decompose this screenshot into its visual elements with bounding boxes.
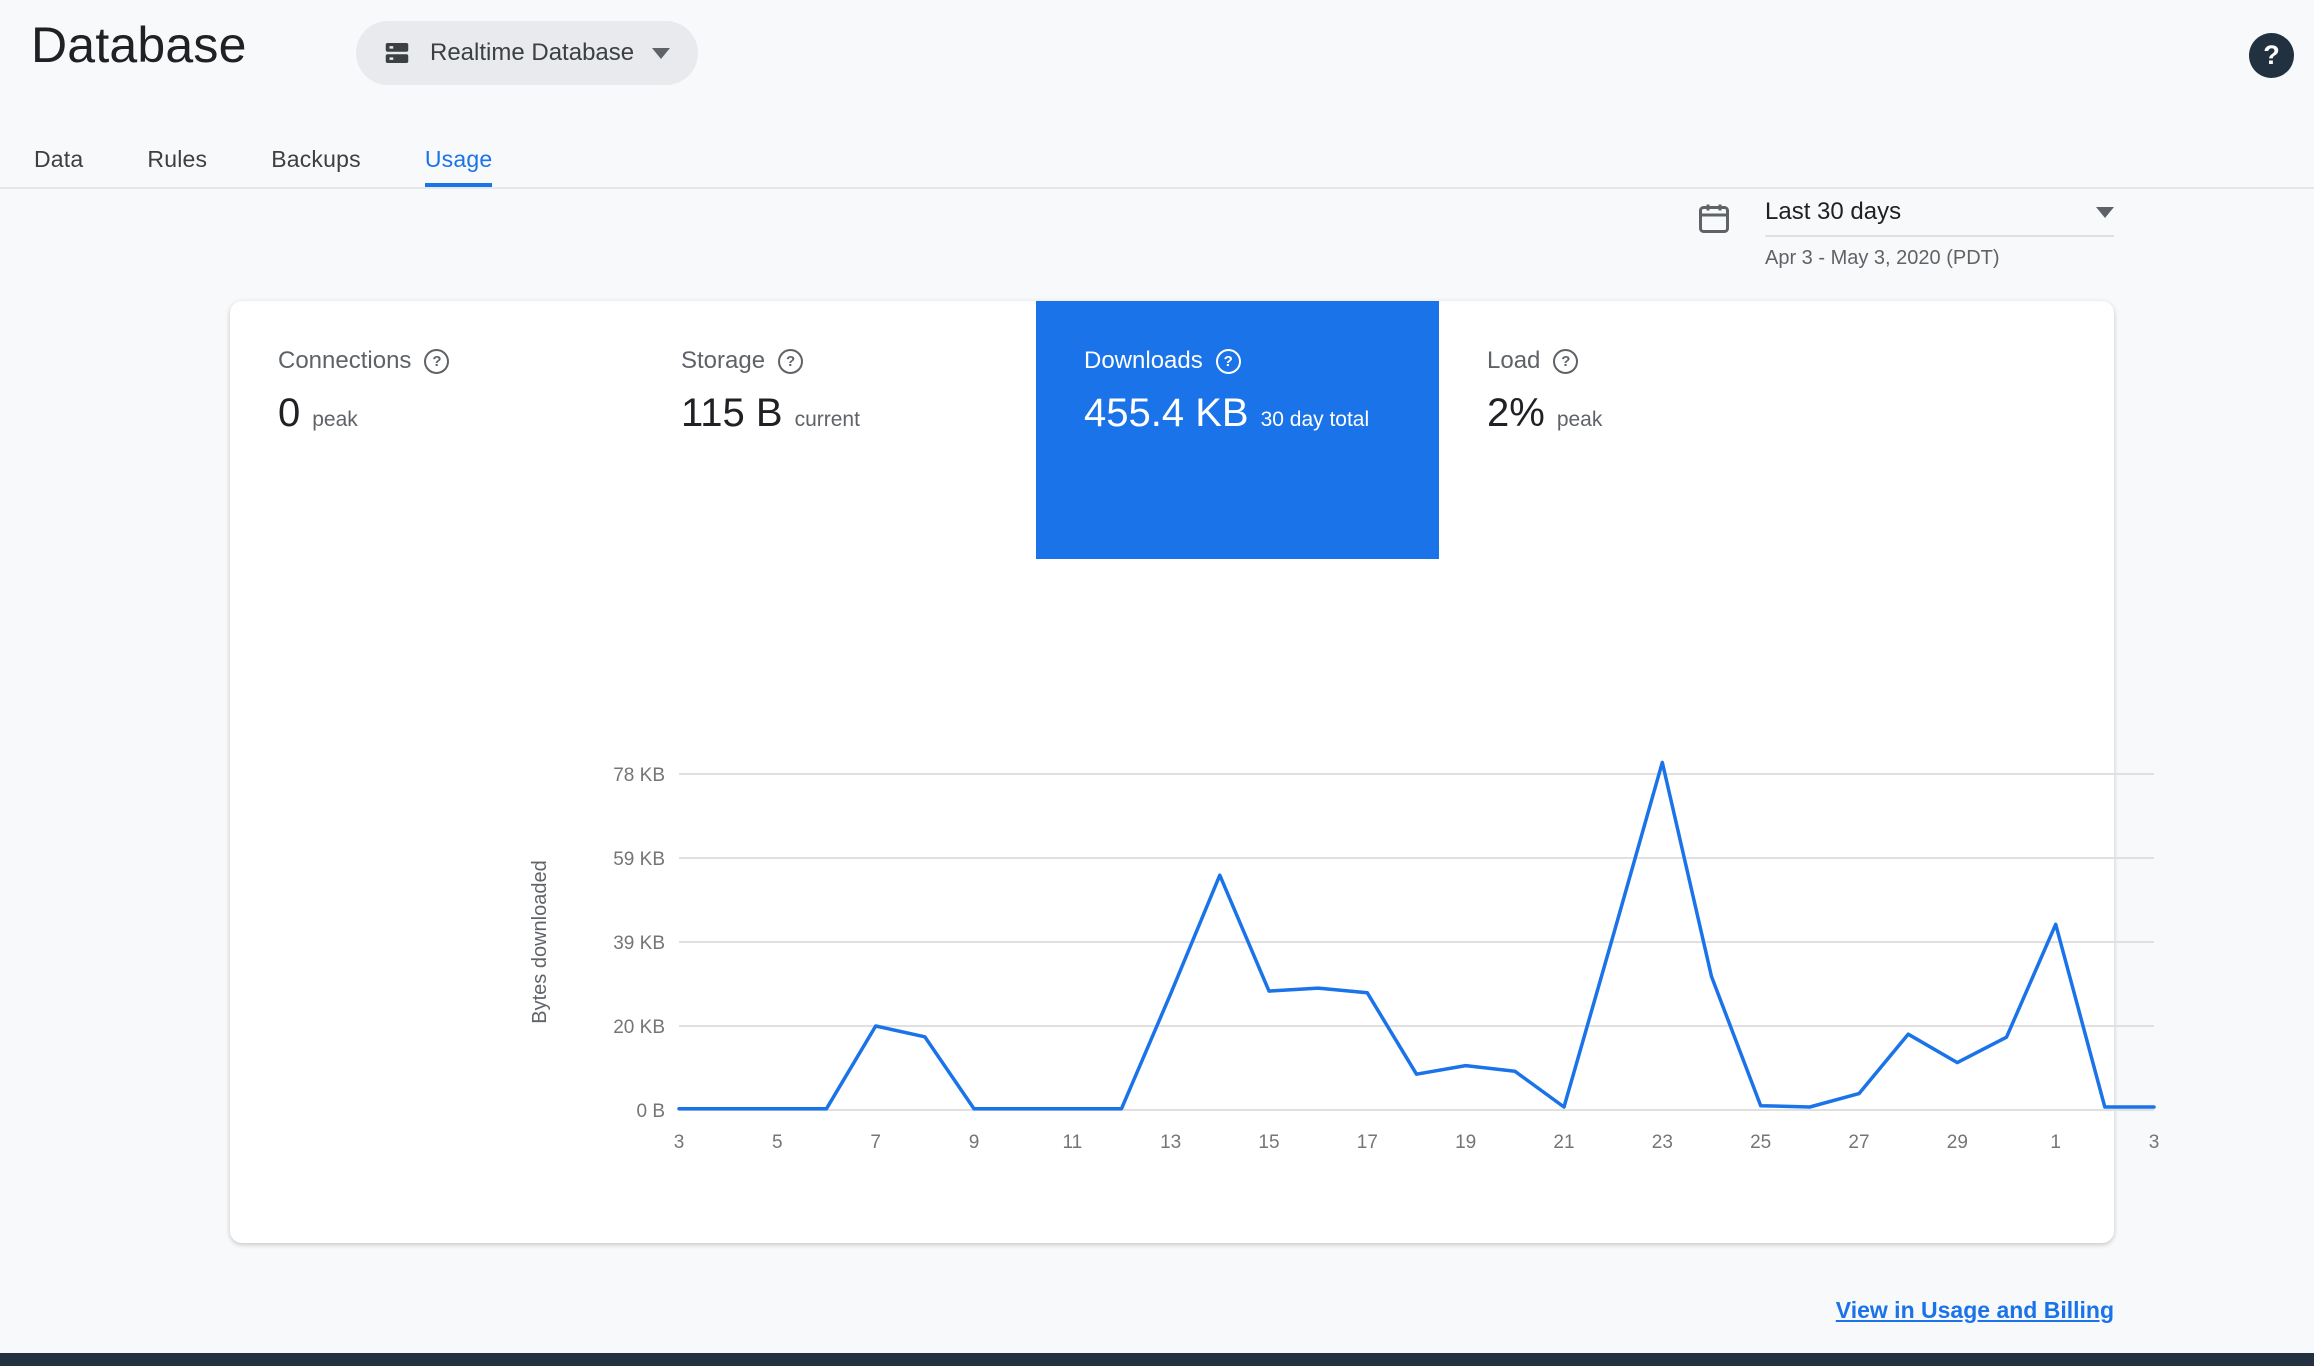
metric-tile-downloads[interactable]: Downloads ? 455.4 KB 30 day total — [1036, 301, 1439, 559]
tab-backups[interactable]: Backups — [271, 131, 361, 187]
metric-title: Connections — [278, 347, 412, 374]
downloads-line-chart: 0 B20 KB39 KB59 KB78 KB3 5 7 9 11 13 15 17 19 21 2… — [529, 760, 2160, 1153]
x-tick-label: 25 — [1750, 1132, 1771, 1153]
metric-unit: peak — [1556, 408, 1603, 431]
tab-usage[interactable]: Usage — [425, 131, 492, 187]
metric-unit: current — [794, 408, 860, 431]
y-tick-label: 20 KB — [613, 1017, 665, 1038]
usage-card: Connections ? 0 peak Storage ? 115 B cur… — [230, 301, 2159, 1243]
tab-bar: Data Rules Backups Usage — [34, 131, 492, 187]
x-tick-label: 21 — [1553, 1132, 1574, 1153]
metric-unit: peak — [312, 408, 358, 431]
help-button[interactable]: ? — [2249, 33, 2294, 78]
date-range-value: Last 30 days — [1765, 198, 1902, 225]
metric-value: 115 B — [681, 391, 783, 435]
date-range-detail: Apr 3 - May 3, 2020 (PDT) — [1765, 247, 2000, 269]
y-tick-label: 59 KB — [613, 849, 665, 870]
bottom-dark-bar — [0, 1353, 2314, 1366]
y-axis-title: Bytes downloaded — [529, 860, 551, 1023]
x-tick-label: 9 — [969, 1132, 980, 1153]
x-tick-label: 3 — [2149, 1132, 2160, 1153]
instance-selector-button[interactable]: Realtime Database — [356, 21, 699, 85]
y-tick-label: 0 B — [636, 1101, 665, 1122]
tab-bar-divider — [0, 187, 2314, 189]
help-icon[interactable]: ? — [424, 348, 450, 374]
help-icon: ? — [2263, 40, 2280, 70]
y-tick-label: 78 KB — [613, 765, 665, 786]
x-tick-label: 13 — [1160, 1132, 1181, 1153]
metric-title: Load — [1487, 347, 1541, 374]
firebase-database-usage-page: Database Realtime Database ? Data Rules … — [0, 0, 2314, 1366]
x-tick-label: 11 — [1062, 1132, 1082, 1153]
metric-value: 2% — [1487, 391, 1545, 435]
view-usage-billing-link[interactable]: View in Usage and Billing — [1836, 1297, 2114, 1324]
x-tick-label: 23 — [1652, 1132, 1673, 1153]
x-tick-label: 7 — [870, 1132, 881, 1153]
x-tick-label: 3 — [674, 1132, 685, 1153]
x-tick-label: 17 — [1357, 1132, 1378, 1153]
metric-tile-load[interactable]: Load ? 2% peak — [1439, 301, 1842, 559]
x-tick-label: 19 — [1455, 1132, 1476, 1153]
help-icon[interactable]: ? — [1215, 348, 1241, 374]
tab-rules[interactable]: Rules — [147, 131, 207, 187]
help-icon[interactable]: ? — [778, 348, 804, 374]
y-tick-label: 39 KB — [613, 933, 665, 954]
instance-selector-label: Realtime Database — [430, 39, 635, 66]
help-icon[interactable]: ? — [1553, 348, 1579, 374]
metric-title: Downloads — [1084, 347, 1203, 374]
metric-unit: 30 day total — [1260, 408, 1370, 431]
database-icon — [385, 43, 409, 63]
date-range-select[interactable]: Last 30 days — [1765, 198, 2114, 237]
tab-data[interactable]: Data — [34, 131, 83, 187]
chevron-down-icon — [2096, 206, 2114, 218]
metric-tile-storage[interactable]: Storage ? 115 B current — [633, 301, 1036, 559]
x-tick-label: 5 — [772, 1132, 783, 1153]
x-tick-label: 29 — [1947, 1132, 1968, 1153]
page-title: Database — [31, 17, 247, 73]
date-range-picker: Last 30 days Apr 3 - May 3, 2020 (PDT) — [1696, 198, 2114, 270]
chevron-down-icon — [652, 47, 671, 59]
calendar-icon — [1699, 204, 1729, 233]
metric-tile-connections[interactable]: Connections ? 0 peak — [230, 301, 633, 559]
x-tick-label: 27 — [1848, 1132, 1869, 1153]
metric-value: 455.4 KB — [1084, 391, 1249, 435]
metric-title: Storage — [681, 347, 766, 374]
metric-tiles: Connections ? 0 peak Storage ? 115 B cur… — [230, 301, 1842, 559]
x-tick-label: 15 — [1258, 1132, 1279, 1153]
metric-value: 0 — [278, 391, 301, 435]
x-tick-label: 1 — [2050, 1132, 2061, 1153]
downloads-series-line — [677, 760, 2156, 1111]
